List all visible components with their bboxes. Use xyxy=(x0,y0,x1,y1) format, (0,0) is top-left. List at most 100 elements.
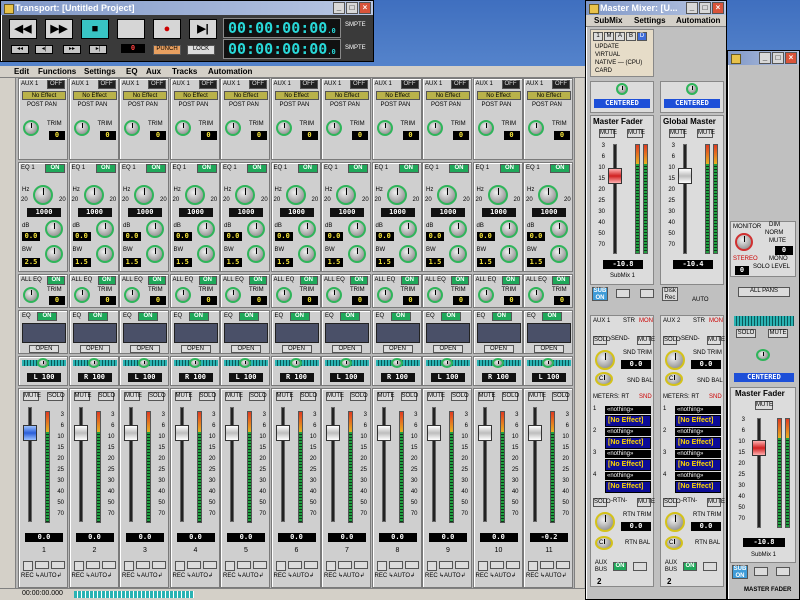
aux-off-button[interactable]: OFF xyxy=(198,80,217,89)
auto-write-button[interactable] xyxy=(439,561,453,569)
minimize-button[interactable]: _ xyxy=(333,2,345,14)
hz-knob[interactable] xyxy=(134,185,154,205)
master-fader-track[interactable] xyxy=(683,144,687,254)
master-minimize-button[interactable]: _ xyxy=(686,2,698,14)
sub-on-button[interactable]: SUB ON xyxy=(592,287,608,301)
all-eq-on-button[interactable]: ON xyxy=(148,276,166,285)
rewind-button[interactable]: ◀◀ xyxy=(9,19,37,39)
mode-tab[interactable]: D xyxy=(637,32,647,41)
mode-tab[interactable]: B xyxy=(626,32,636,41)
transport-titlebar[interactable]: Transport: [Untitled Project] _ □ × xyxy=(1,1,373,15)
master2-close-button[interactable]: × xyxy=(785,52,797,64)
mute-button[interactable]: MUTE xyxy=(174,392,193,401)
eq-graph-on-button[interactable]: ON xyxy=(289,312,310,321)
aux-effect-slot[interactable]: No Effect xyxy=(476,91,521,100)
pan-knob[interactable] xyxy=(491,358,504,368)
input-trim-knob[interactable] xyxy=(275,287,292,303)
record-enable-button[interactable] xyxy=(477,561,488,571)
auto-read-button[interactable] xyxy=(253,561,267,569)
record-enable-button[interactable] xyxy=(376,561,387,571)
menu-automation[interactable]: Automation xyxy=(208,66,252,78)
fx-slot[interactable]: [No Effect] xyxy=(605,459,651,471)
auto-write-button[interactable] xyxy=(388,561,403,569)
fx-slot[interactable]: [No Effect] xyxy=(605,415,651,427)
mute-button[interactable]: MUTE xyxy=(326,392,344,401)
master-mute-button[interactable]: MUTE xyxy=(669,129,687,138)
solo-button[interactable]: SOLO xyxy=(451,392,469,401)
aux-mute-button[interactable]: MUTE xyxy=(637,336,655,345)
close-button[interactable]: × xyxy=(359,2,371,14)
gain-knob[interactable] xyxy=(196,220,215,238)
aux-effect-slot[interactable]: No Effect xyxy=(426,91,470,100)
master-maximize-button[interactable]: □ xyxy=(699,2,711,14)
mute-button[interactable]: MUTE xyxy=(376,392,395,401)
eq-on-button[interactable]: ON xyxy=(449,164,469,173)
rtn-trim-knob[interactable] xyxy=(665,512,685,532)
pan-knob[interactable] xyxy=(87,358,100,368)
mode-tab[interactable]: 1 xyxy=(593,32,603,41)
aux-solo-button[interactable]: SOLO xyxy=(593,336,611,345)
all-eq-on-button[interactable]: ON xyxy=(350,276,368,285)
aux-off-button[interactable]: OFF xyxy=(501,80,520,89)
eq-open-button[interactable]: OPEN xyxy=(433,345,463,353)
bandwidth-knob[interactable] xyxy=(398,245,417,263)
blank-transport-button[interactable] xyxy=(117,19,145,39)
gain-knob[interactable] xyxy=(348,220,366,238)
mode-card[interactable]: CARD xyxy=(595,68,612,75)
input-trim-knob[interactable] xyxy=(477,287,494,303)
hz-knob[interactable] xyxy=(33,185,53,205)
lock-button[interactable]: LOCK xyxy=(187,45,215,55)
hz-knob[interactable] xyxy=(285,185,306,205)
hz-knob[interactable] xyxy=(184,185,205,205)
fader-handle[interactable] xyxy=(275,425,290,441)
aux-effect-slot[interactable]: No Effect xyxy=(22,91,66,100)
fader-handle[interactable] xyxy=(477,425,492,441)
smpte-label-top[interactable]: SMPTE xyxy=(345,22,366,28)
hz-knob[interactable] xyxy=(487,185,508,205)
master-pan-knob[interactable] xyxy=(756,349,770,361)
menu-aux[interactable]: Aux xyxy=(146,66,161,78)
aux-effect-slot[interactable]: No Effect xyxy=(123,91,167,100)
fx-slot[interactable]: [No Effect] xyxy=(675,459,721,471)
record-enable-button[interactable] xyxy=(225,561,235,571)
aux-send-knob[interactable] xyxy=(73,120,90,136)
fader-handle[interactable] xyxy=(23,425,37,441)
mute-button[interactable]: MUTE xyxy=(477,392,496,401)
rtn-mute-button[interactable]: MUTE xyxy=(637,498,655,507)
all-pans-button[interactable]: ALL PANS xyxy=(738,287,790,297)
mode-update[interactable]: UPDATE xyxy=(595,44,619,51)
mini-rewind-icon[interactable]: ◂◂ xyxy=(11,45,29,54)
fader-handle[interactable] xyxy=(376,425,391,441)
master-mute-button-2[interactable]: MUTE xyxy=(627,129,645,138)
mute-button[interactable]: MUTE xyxy=(427,392,445,401)
aux-effect-slot[interactable]: No Effect xyxy=(224,91,268,100)
aux-send-knob[interactable] xyxy=(477,120,494,136)
aux-off-button[interactable]: OFF xyxy=(97,80,116,89)
aux-effect-slot[interactable]: No Effect xyxy=(274,91,319,100)
auto-edit-button[interactable] xyxy=(640,289,654,298)
mute-button[interactable]: MUTE xyxy=(23,392,41,401)
master-menu-settings[interactable]: Settings xyxy=(634,15,666,27)
gain-knob[interactable] xyxy=(499,220,518,238)
pan-knob[interactable] xyxy=(390,358,403,368)
auto-write-button[interactable] xyxy=(540,561,554,569)
master2-minimize-button[interactable]: _ xyxy=(759,52,771,64)
aux-on-button[interactable]: ON xyxy=(683,562,697,571)
eq-on-button[interactable]: ON xyxy=(348,164,368,173)
send-bal-knob[interactable] xyxy=(595,372,613,386)
all-eq-on-button[interactable]: ON xyxy=(249,276,267,285)
eq-graph-on-button[interactable]: ON xyxy=(188,312,209,321)
rtn-bal-knob[interactable] xyxy=(595,536,613,550)
master2-auto-off[interactable] xyxy=(754,567,768,576)
solo-button[interactable]: SOLO xyxy=(47,392,65,401)
pan-knob[interactable] xyxy=(239,358,251,368)
bandwidth-knob[interactable] xyxy=(449,245,467,263)
eq-open-button[interactable]: OPEN xyxy=(231,345,261,353)
eq-on-button[interactable]: ON xyxy=(95,164,116,173)
auto-write-button[interactable] xyxy=(338,561,352,569)
input-trim-knob[interactable] xyxy=(225,287,241,303)
eq-on-button[interactable]: ON xyxy=(146,164,166,173)
input-trim-knob[interactable] xyxy=(376,287,393,303)
mixer-scrollbar[interactable] xyxy=(574,78,584,588)
fx-slot[interactable]: [No Effect] xyxy=(675,415,721,427)
